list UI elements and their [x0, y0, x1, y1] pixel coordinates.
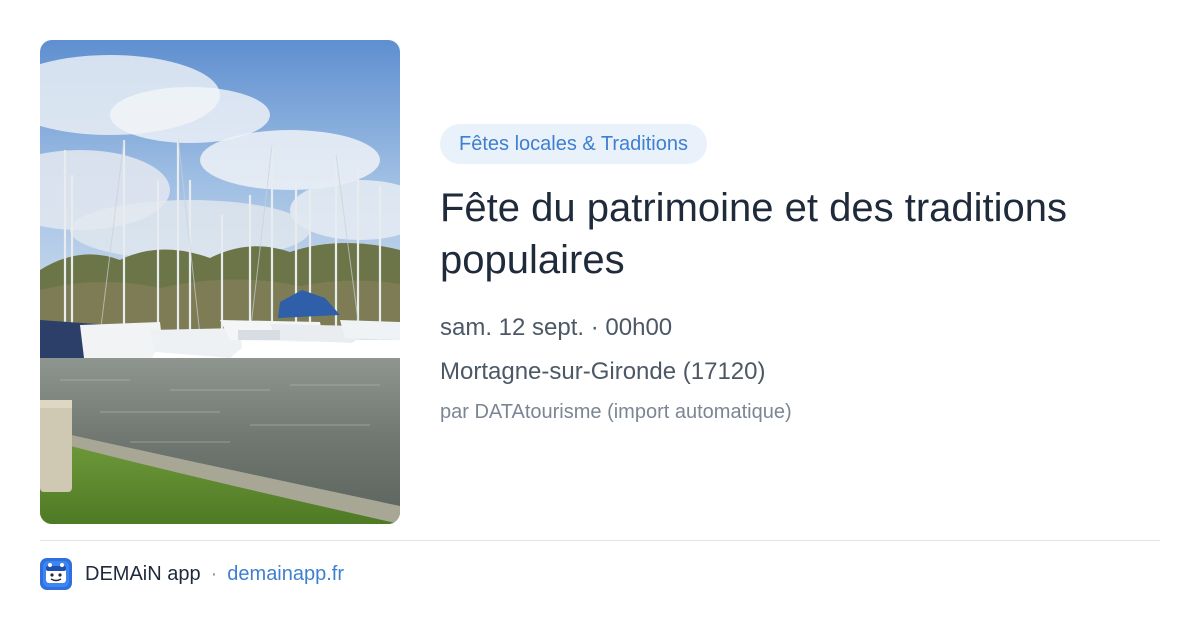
app-domain-link[interactable]: demainapp.fr [227, 563, 344, 586]
harbor-photo-illustration [40, 40, 400, 524]
footer-divider [40, 540, 1160, 541]
app-name: DEMAiN app [85, 562, 201, 585]
event-datetime: sam. 12 sept. · 00h00 [440, 314, 673, 341]
footer-separator: · [210, 562, 218, 585]
event-image [40, 40, 400, 524]
category-badge[interactable]: Fêtes locales & Traditions [440, 124, 707, 164]
event-author: par DATAtourisme (import automatique) [440, 401, 792, 423]
event-title: Fête du patrimoine et des traditions pop… [440, 186, 1068, 282]
footer-brand: DEMAiN app · demainapp.fr [40, 558, 344, 590]
demain-app-logo-icon [40, 558, 72, 590]
event-location: Mortagne-sur-Gironde (17120) [440, 358, 766, 385]
event-details: Fêtes locales & Traditions Fête du patri… [440, 124, 1170, 426]
